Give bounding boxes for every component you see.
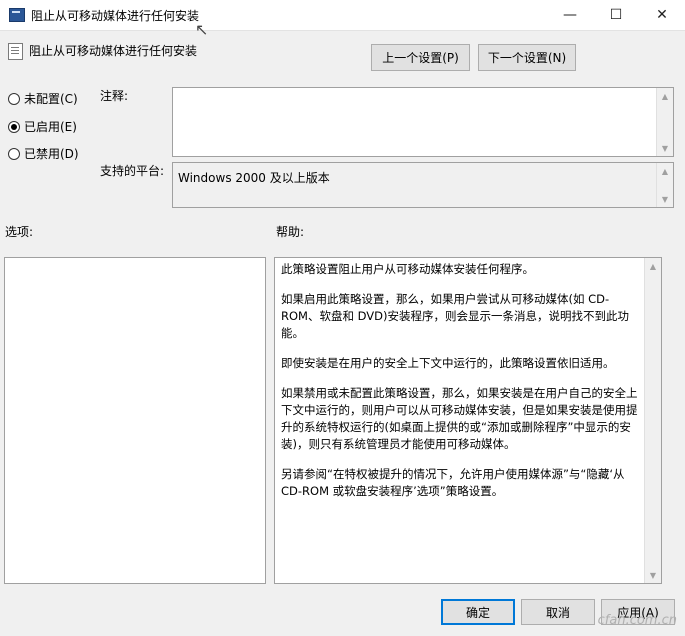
policy-title: 阻止从可移动媒体进行任何安装 [29,44,198,58]
scroll-down-icon[interactable]: ▼ [657,140,673,156]
help-paragraph: 如果启用此策略设置，那么，如果用户尝试从可移动媒体(如 CD-ROM、软盘和 D… [281,292,629,340]
comment-label: 注释: [100,89,129,103]
previous-setting-button[interactable]: 上一个设置(P) [371,44,470,71]
window-title: 阻止从可移动媒体进行任何安装 [31,9,200,23]
scroll-down-icon[interactable]: ▼ [645,567,661,583]
minimize-button[interactable]: — [547,0,593,30]
policy-setting-icon [8,43,23,60]
platform-box: Windows 2000 及以上版本 ▲ ▼ [172,162,674,208]
mouse-cursor-icon: ↖ [195,20,209,39]
watermark: cfan.com.cn [597,613,677,628]
radio-enabled[interactable]: 已启用(E) [8,118,77,135]
ok-button[interactable]: 确定 [441,599,515,625]
cancel-button[interactable]: 取消 [521,599,595,625]
help-paragraph: 另请参阅“在特权被提升的情况下，允许用户使用媒体源”与“隐藏‘从 CD-ROM … [281,467,625,498]
radio-enabled-label: 已启用(E) [24,120,77,134]
options-pane [4,257,266,584]
help-paragraph: 此策略设置阻止用户从可移动媒体安装任何程序。 [281,262,534,276]
help-scrollbar[interactable]: ▲ ▼ [644,258,661,583]
close-button[interactable]: ✕ [639,0,685,30]
radio-disabled-label: 已禁用(D) [24,147,79,161]
comment-scrollbar[interactable]: ▲ ▼ [656,88,673,156]
scroll-up-icon[interactable]: ▲ [645,258,661,274]
radio-not-configured-dot[interactable] [8,92,20,105]
scroll-up-icon[interactable]: ▲ [657,88,673,104]
radio-enabled-dot[interactable] [8,120,20,133]
radio-not-configured-label: 未配置(C) [24,92,78,106]
help-text: 此策略设置阻止用户从可移动媒体安装任何程序。 如果启用此策略设置，那么，如果用户… [275,258,645,516]
help-pane: 此策略设置阻止用户从可移动媒体安装任何程序。 如果启用此策略设置，那么，如果用户… [274,257,662,584]
platform-label: 支持的平台: [100,164,165,178]
platform-value: Windows 2000 及以上版本 [178,171,330,185]
title-bar: 阻止从可移动媒体进行任何安装 — ☐ ✕ [0,0,685,31]
help-label: 帮助: [276,225,305,239]
radio-not-configured[interactable]: 未配置(C) [8,90,78,107]
options-label: 选项: [5,225,34,239]
comment-textarea[interactable]: ▲ ▼ [172,87,674,157]
radio-disabled-dot[interactable] [8,147,20,160]
scroll-up-icon[interactable]: ▲ [657,163,673,179]
next-setting-button[interactable]: 下一个设置(N) [478,44,576,71]
platform-scrollbar[interactable]: ▲ ▼ [656,163,673,207]
scroll-down-icon[interactable]: ▼ [657,191,673,207]
help-paragraph: 即使安装是在用户的安全上下文中运行的，此策略设置依旧适用。 [281,356,615,370]
help-paragraph: 如果禁用或未配置此策略设置，那么，如果安装是在用户自己的安全上下文中运行的，则用… [281,386,638,451]
radio-disabled[interactable]: 已禁用(D) [8,145,79,162]
maximize-button[interactable]: ☐ [593,0,639,30]
app-icon [9,8,25,22]
